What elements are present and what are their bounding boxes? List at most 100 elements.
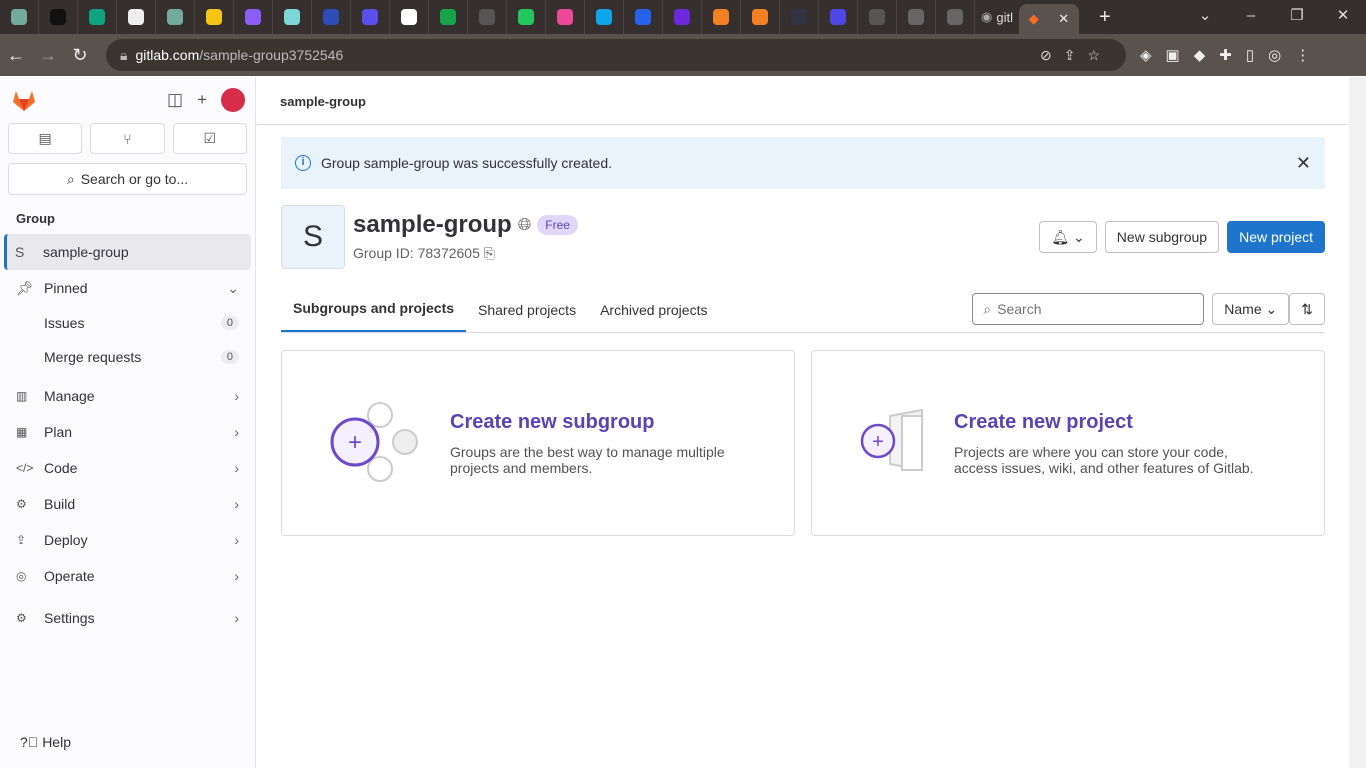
favicon-icon: [440, 9, 456, 25]
favicon-icon: [245, 9, 261, 25]
browser-tab[interactable]: [351, 0, 390, 34]
browser-tab[interactable]: [897, 0, 936, 34]
collapse-sidebar-icon[interactable]: ◫: [167, 90, 183, 110]
info-icon: i: [295, 155, 311, 171]
browser-tabstrip: ◉ gitl ◆ ✕ + ⌄ – ❐ ✕: [0, 0, 1366, 34]
close-tab-icon[interactable]: ✕: [1058, 11, 1069, 27]
gitlab-logo-icon[interactable]: [10, 86, 38, 114]
project-illustration-icon: +: [860, 408, 923, 472]
browser-tab[interactable]: [429, 0, 468, 34]
extension-icon[interactable]: ◆: [1194, 46, 1206, 64]
browser-tab[interactable]: [507, 0, 546, 34]
sidebar-item-code[interactable]: </> Code ›: [4, 450, 251, 486]
chevron-right-icon: ›: [234, 424, 239, 440]
browser-tab[interactable]: [468, 0, 507, 34]
browser-tab[interactable]: [78, 0, 117, 34]
browser-tab[interactable]: [741, 0, 780, 34]
menu-icon[interactable]: ⋮: [1295, 46, 1310, 64]
sort-direction-button[interactable]: ⇅: [1289, 293, 1325, 325]
create-project-card[interactable]: + Create new project Projects are where y…: [811, 350, 1325, 536]
tab-subgroups-and-projects[interactable]: Subgroups and projects: [281, 300, 467, 332]
browser-tab[interactable]: [780, 0, 819, 34]
sidebar-item-operate[interactable]: ◎ Operate ›: [4, 558, 251, 594]
chevron-right-icon: ›: [234, 532, 239, 548]
sidebar-item-pinned[interactable]: 📌︎ Pinned ⌄: [4, 270, 251, 306]
extension-icon[interactable]: ▣: [1166, 46, 1180, 64]
sort-dropdown[interactable]: Name ⌄: [1212, 293, 1290, 325]
browser-tab[interactable]: [312, 0, 351, 34]
sidebar-item-manage[interactable]: ▥ Manage ›: [4, 378, 251, 414]
minimize-button[interactable]: –: [1228, 0, 1274, 32]
favicon-icon: [323, 9, 339, 25]
group-id: Group ID: 78372605: [353, 245, 480, 261]
breadcrumb[interactable]: sample-group: [257, 77, 1349, 125]
close-window-button[interactable]: ✕: [1320, 0, 1366, 32]
new-tab-button[interactable]: +: [1099, 6, 1111, 29]
create-new-icon[interactable]: +: [197, 90, 207, 110]
tab-search-icon[interactable]: ⌄: [1182, 0, 1228, 32]
reload-button[interactable]: ↻: [64, 45, 96, 66]
user-avatar[interactable]: [221, 88, 245, 112]
browser-tab[interactable]: [819, 0, 858, 34]
favicon-icon: [479, 9, 495, 25]
browser-tab-gitlab-inactive[interactable]: ◉ gitl: [975, 9, 1019, 25]
browser-tab[interactable]: [624, 0, 663, 34]
search-button[interactable]: ⌕ Search or go to...: [8, 163, 247, 195]
url-actions-icons[interactable]: ⊘⇪☆: [1040, 47, 1112, 64]
side-panel-icon[interactable]: ▯: [1246, 46, 1254, 64]
search-input[interactable]: ⌕ Search: [972, 293, 1205, 325]
browser-tab[interactable]: [702, 0, 741, 34]
back-button[interactable]: ←: [0, 45, 32, 66]
browser-tab[interactable]: [156, 0, 195, 34]
sidebar-item-deploy[interactable]: ⇪ Deploy ›: [4, 522, 251, 558]
browser-tab[interactable]: [585, 0, 624, 34]
profile-icon[interactable]: ◎: [1268, 46, 1281, 64]
sidebar-item-issues[interactable]: Issues 0: [4, 306, 251, 340]
browser-tab[interactable]: [936, 0, 975, 34]
restore-button[interactable]: ❐: [1274, 0, 1320, 32]
favicon-icon: [557, 9, 573, 25]
browser-tab[interactable]: [0, 0, 39, 34]
tab-archived-projects[interactable]: Archived projects: [588, 302, 719, 332]
notifications-dropdown[interactable]: 🔔︎ ⌄: [1039, 221, 1097, 253]
manage-icon: ▥: [16, 389, 28, 403]
url-input[interactable]: 🔒︎ gitlab.com/sample-group3752546 ⊘⇪☆: [106, 39, 1126, 71]
extensions-puzzle-icon[interactable]: ✚: [1219, 46, 1232, 64]
create-subgroup-card[interactable]: + Create new subgroup Groups are the best…: [281, 350, 795, 536]
browser-tab[interactable]: [234, 0, 273, 34]
merge-requests-button[interactable]: ⑂: [90, 123, 165, 154]
todos-button[interactable]: ☑: [172, 123, 247, 154]
favicon-icon: [128, 9, 144, 25]
card-title[interactable]: Create new subgroup: [450, 411, 760, 434]
build-icon: ⚙: [16, 497, 27, 511]
sidebar-item-settings[interactable]: ⚙ Settings ›: [4, 600, 251, 636]
issues-button[interactable]: ▤: [8, 123, 83, 154]
extension-icon[interactable]: ◈: [1140, 46, 1152, 64]
browser-tab[interactable]: [390, 0, 429, 34]
browser-tab[interactable]: [663, 0, 702, 34]
card-title[interactable]: Create new project: [954, 411, 1264, 434]
forward-button[interactable]: →: [32, 45, 64, 66]
plan-badge: Free: [537, 215, 578, 235]
new-subgroup-button[interactable]: New subgroup: [1104, 221, 1220, 253]
browser-tab[interactable]: [546, 0, 585, 34]
sidebar-item-group[interactable]: Ssample-group: [4, 234, 251, 270]
sidebar-item-build[interactable]: ⚙ Build ›: [4, 486, 251, 522]
sidebar-item-plan[interactable]: ▦ Plan ›: [4, 414, 251, 450]
operate-icon: ◎: [16, 569, 27, 583]
page-scrollbar[interactable]: [1349, 77, 1366, 768]
browser-tab[interactable]: [117, 0, 156, 34]
browser-tab[interactable]: [858, 0, 897, 34]
tab-shared-projects[interactable]: Shared projects: [466, 302, 588, 332]
browser-tab-active[interactable]: ◆ ✕: [1018, 4, 1079, 34]
count-badge: 0: [220, 316, 239, 330]
browser-tab[interactable]: [39, 0, 78, 34]
new-project-button[interactable]: New project: [1227, 221, 1325, 253]
help-button[interactable]: ?⃝ Help: [20, 734, 71, 750]
browser-tab[interactable]: [273, 0, 312, 34]
section-heading: Group: [16, 211, 55, 226]
sidebar-item-merge-requests[interactable]: Merge requests 0: [4, 340, 251, 374]
close-icon[interactable]: ✕: [1296, 153, 1311, 174]
copy-icon[interactable]: ⎘: [484, 245, 495, 261]
browser-tab[interactable]: [195, 0, 234, 34]
